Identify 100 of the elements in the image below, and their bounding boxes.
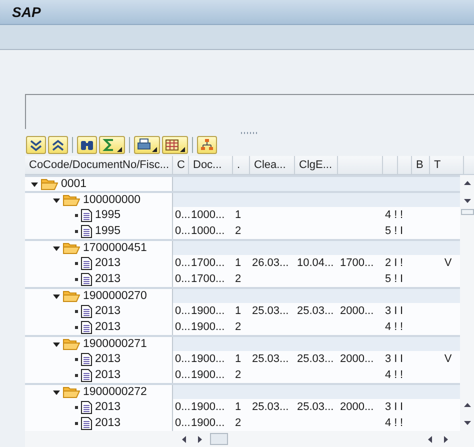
table-cell-text: 1 — [234, 304, 242, 319]
document-label[interactable]: 2013 — [95, 305, 121, 317]
table-cell-text: 0... — [174, 352, 189, 367]
table-cell-text: 25.03... — [296, 304, 335, 319]
table-cell-text: 2 — [234, 320, 242, 335]
table-cell-text: 4 ! — [384, 208, 398, 223]
binoculars-icon — [80, 138, 94, 152]
table-cell-text: 0... — [174, 320, 189, 335]
document-label[interactable]: 1995 — [95, 225, 121, 237]
layout-button[interactable] — [162, 136, 188, 154]
table-cell-text: 2000... — [339, 352, 375, 367]
collapse-arrow-icon[interactable] — [53, 340, 60, 348]
table-cell-text: 1700... — [190, 272, 226, 287]
table-cell-text: 3 I — [384, 304, 398, 319]
table-cell-text: 0... — [174, 304, 189, 319]
table-cell-text: 25.03... — [296, 352, 335, 367]
table-cell-text: 0... — [174, 272, 189, 287]
document-label[interactable]: 2013 — [95, 401, 121, 413]
bullet-icon — [75, 406, 78, 408]
table-cell-text: 25.03... — [296, 400, 335, 415]
scroll-down-icon[interactable] — [462, 418, 472, 427]
bullet-icon — [75, 326, 78, 328]
scroll-thumb[interactable] — [210, 433, 228, 445]
scroll-left-icon[interactable] — [180, 434, 189, 444]
folder-icon — [63, 194, 80, 206]
expand-all-icon — [29, 138, 43, 152]
collapse-arrow-icon[interactable] — [31, 180, 38, 188]
bullet-icon — [75, 262, 78, 264]
table-cell-text: 2 — [234, 272, 242, 287]
column-header[interactable]: C — [173, 156, 189, 174]
bullet-icon — [75, 230, 78, 232]
table-cell-text: 0... — [174, 208, 189, 223]
table-cell-text: 1900... — [190, 304, 226, 319]
print-button[interactable] — [134, 136, 160, 154]
document-label[interactable]: 2013 — [95, 369, 121, 381]
scroll-up-icon[interactable] — [462, 179, 472, 188]
expand-all-button[interactable] — [26, 136, 46, 154]
sum-button[interactable] — [99, 136, 125, 154]
scroll-right-icon[interactable] — [195, 434, 204, 444]
folder-label[interactable]: 0001 — [61, 178, 87, 190]
document-label[interactable]: 2013 — [95, 353, 121, 365]
folder-icon — [63, 242, 80, 254]
scroll-thumb[interactable] — [460, 209, 474, 215]
table-cell-text: 4 ! — [384, 320, 398, 335]
dropdown-caret-icon — [180, 146, 185, 152]
scroll-left-icon[interactable] — [426, 434, 435, 444]
table-cell-text: 0... — [174, 368, 189, 383]
table-cell-text: 1700... — [190, 256, 226, 271]
document-label[interactable]: 1995 — [95, 209, 121, 221]
table-cell-text: 1 — [234, 400, 242, 415]
collapse-arrow-icon[interactable] — [53, 196, 60, 204]
printer-icon — [137, 138, 151, 152]
table-cell-text: 3 I — [384, 400, 398, 415]
horizontal-scrollbar[interactable] — [25, 431, 474, 447]
column-header[interactable]: Clea... — [250, 156, 295, 174]
table-cell-text: 2 — [234, 224, 242, 239]
folder-icon — [63, 338, 80, 350]
table-cell-text: I — [399, 304, 404, 319]
table-cell-text: 2 I — [384, 256, 398, 271]
bullet-icon — [75, 278, 78, 280]
table-cell-text: 1900... — [190, 400, 226, 415]
document-label[interactable]: 2013 — [95, 257, 121, 269]
scroll-up-icon[interactable] — [462, 401, 472, 410]
bullet-icon — [75, 374, 78, 376]
collapse-arrow-icon[interactable] — [53, 388, 60, 396]
column-header[interactable]: B — [412, 156, 430, 174]
column-header[interactable]: CoCode/DocumentNo/Fisc... — [25, 156, 173, 174]
scroll-down-icon[interactable] — [462, 196, 472, 205]
table-cell-text: 1900... — [190, 416, 226, 431]
table-cell-text: 1 — [234, 208, 242, 223]
scroll-right-icon[interactable] — [441, 434, 450, 444]
table-cell-text: 4 ! — [384, 368, 398, 383]
table-cell-text: 1000... — [190, 224, 226, 239]
column-header[interactable]: T — [430, 156, 464, 174]
document-label[interactable]: 2013 — [95, 321, 121, 333]
table-cell-text: V — [443, 352, 453, 367]
collapse-arrow-icon[interactable] — [53, 292, 60, 300]
table-cell-text: 2000... — [339, 400, 375, 415]
collapse-all-button[interactable] — [48, 136, 68, 154]
column-header[interactable]: ClgE... — [295, 156, 338, 174]
splitter-handle[interactable] — [240, 132, 258, 134]
table-cell-text: 0... — [174, 416, 189, 431]
folder-icon — [63, 386, 80, 398]
vertical-scrollbar[interactable] — [460, 175, 474, 431]
table-cell-text: ! — [399, 368, 404, 383]
table-cell-text: I — [399, 400, 404, 415]
table-cell-text: 3 I — [384, 352, 398, 367]
document-label[interactable]: 2013 — [95, 417, 121, 429]
column-header[interactable]: Doc... — [189, 156, 233, 174]
find-button[interactable] — [77, 136, 97, 154]
table-cell-text: 10.04... — [296, 256, 335, 271]
hierarchy-button[interactable] — [197, 136, 217, 154]
table-cell-text: 4 ! — [384, 416, 398, 431]
table-cell-text: 2 — [234, 368, 242, 383]
table-cell-text: 0... — [174, 256, 189, 271]
collapse-arrow-icon[interactable] — [53, 244, 60, 252]
table-cell-text: I — [399, 224, 404, 239]
column-header[interactable]: . — [233, 156, 250, 174]
document-label[interactable]: 2013 — [95, 273, 121, 285]
table-cell-text: 0... — [174, 224, 189, 239]
